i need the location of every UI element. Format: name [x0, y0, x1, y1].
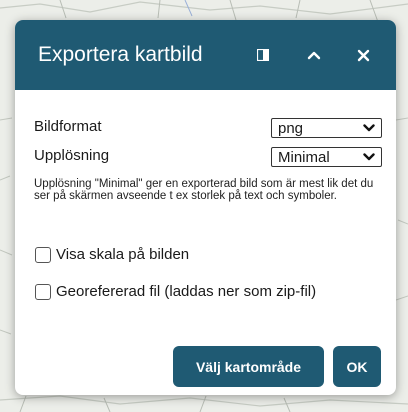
chevron-up-icon [307, 51, 321, 60]
resolution-select[interactable]: Minimal [271, 147, 382, 167]
dialog-header: Exportera kartbild [15, 20, 396, 90]
resolution-select-value: Minimal [278, 149, 330, 166]
format-label: Bildformat [34, 118, 102, 135]
dock-panel-icon [257, 49, 269, 61]
resolution-help-text: Upplösning "Minimal" ger en exporterad b… [34, 178, 374, 202]
show-scale-checkbox[interactable] [35, 247, 51, 263]
format-select-value: png [278, 120, 304, 137]
dialog-title: Exportera kartbild [38, 43, 203, 66]
show-scale-label: Visa skala på bilden [56, 246, 190, 263]
resolution-label: Upplösning [34, 147, 110, 164]
ok-button[interactable]: OK [333, 346, 381, 387]
collapse-button[interactable] [297, 38, 331, 72]
georef-checkbox[interactable] [35, 284, 51, 300]
dock-panel-button[interactable] [246, 38, 280, 72]
select-map-area-button[interactable]: Välj kartområde [173, 346, 324, 387]
chevron-down-icon [363, 124, 375, 132]
close-icon [357, 49, 369, 61]
chevron-down-icon [363, 153, 375, 161]
format-select[interactable]: png [271, 118, 382, 138]
export-map-dialog: Exportera kartbild Bildformat png Upplös… [15, 20, 396, 395]
georef-label: Georefererad fil (laddas ner som zip-fil… [56, 283, 317, 300]
close-button[interactable] [346, 38, 380, 72]
